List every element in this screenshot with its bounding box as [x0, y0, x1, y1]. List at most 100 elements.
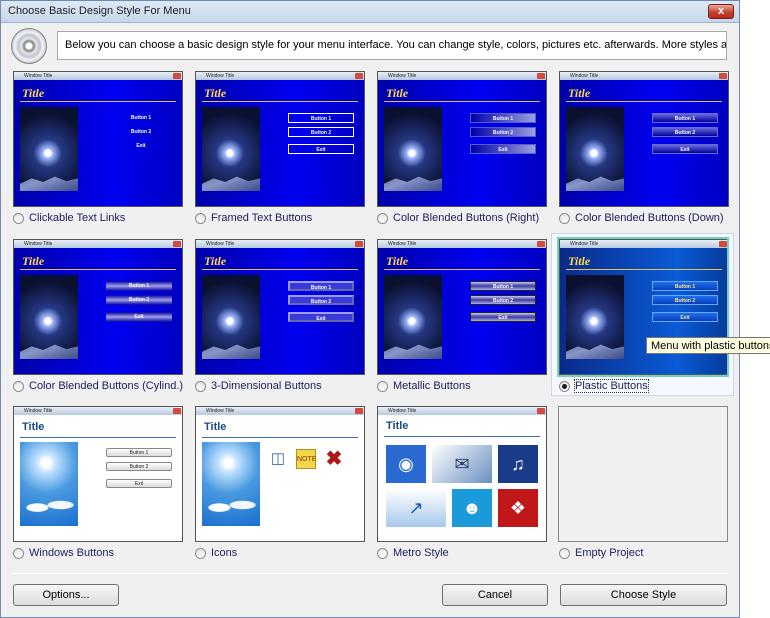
lifebuoy-icon: ❖: [498, 489, 538, 527]
title-rule: [384, 269, 540, 270]
music-note-icon: ♫: [498, 445, 538, 483]
mini-close-icon: [173, 408, 181, 414]
style-label[interactable]: Windows Buttons: [29, 547, 114, 559]
delete-icon: ✖: [325, 448, 343, 470]
night-sky-image: [566, 107, 624, 191]
night-sky-image: [20, 275, 78, 359]
preview-button-exit: Exit: [652, 144, 718, 154]
preview-title: Title: [386, 420, 409, 432]
radio-button[interactable]: [195, 548, 206, 559]
title-rule: [20, 269, 176, 270]
mini-title-bar: Window Title: [196, 407, 364, 415]
style-label[interactable]: Icons: [211, 547, 237, 559]
thumbnail: Window Title Title Button 1 Button 2 Exi…: [377, 239, 547, 375]
mini-title-bar: Window Title: [14, 407, 182, 415]
style-label[interactable]: Color Blended Buttons (Cylind.): [29, 380, 183, 392]
style-label[interactable]: Metro Style: [393, 547, 449, 559]
mini-close-icon: [355, 241, 363, 247]
title-rule: [20, 437, 176, 438]
preview-button-2: Button 2: [288, 127, 354, 137]
cancel-button[interactable]: Cancel: [442, 584, 548, 606]
night-sky-image: [202, 107, 260, 191]
title-bar: Choose Basic Design Style For Menu x: [1, 1, 739, 23]
sky-image: [20, 442, 78, 526]
night-sky-image: [384, 275, 442, 359]
radio-button[interactable]: [559, 548, 570, 559]
style-label[interactable]: Color Blended Buttons (Right): [393, 212, 539, 224]
style-label[interactable]: Plastic Buttons: [574, 379, 649, 393]
radio-button[interactable]: [559, 213, 570, 224]
preview-button-1: Button 1: [652, 113, 718, 123]
mini-close-icon: [537, 73, 545, 79]
thumbnail: Window Title Title Button 1 Button 2 Exi…: [195, 71, 365, 207]
radio-button[interactable]: [13, 213, 24, 224]
title-rule: [202, 269, 358, 270]
cd-icon: [11, 28, 47, 64]
night-sky-image: [20, 107, 78, 191]
preview-button-exit: Exit: [106, 479, 172, 488]
mini-close-icon: [173, 241, 181, 247]
computer-icon: ◫: [270, 450, 286, 467]
preview-metro-style[interactable]: Window Title Title ◉ ✉ ♫ ↗ ☻ ❖: [377, 406, 547, 542]
preview-clickable-text-links[interactable]: Window Title Title Button 1 Button 2 Exi…: [13, 71, 183, 207]
radio-button[interactable]: [559, 381, 570, 392]
preview-title: Title: [568, 86, 591, 100]
preview-color-blended-down[interactable]: Window Title Title Button 1 Button 2 Exi…: [559, 71, 729, 207]
style-label[interactable]: Framed Text Buttons: [211, 212, 312, 224]
radio-button[interactable]: [377, 213, 388, 224]
radio-button[interactable]: [195, 381, 206, 392]
email-person-icon: ✉: [432, 445, 492, 483]
preview-button-exit: Exit: [470, 144, 536, 154]
description-box: Below you can choose a basic design styl…: [57, 31, 727, 60]
preview-button-exit: Exit: [136, 143, 146, 149]
style-label[interactable]: Color Blended Buttons (Down): [575, 212, 724, 224]
preview-button-1: Button 1: [106, 448, 172, 457]
preview-button-2: Button 2: [130, 129, 152, 135]
style-label[interactable]: Metallic Buttons: [393, 380, 471, 392]
preview-color-blended-cylind[interactable]: Window Title Title Button 1 Button 2 Exi…: [13, 239, 183, 375]
radio-button[interactable]: [377, 381, 388, 392]
title-rule: [202, 101, 358, 102]
options-button[interactable]: Options...: [13, 584, 119, 606]
users-icon: ☻: [452, 489, 492, 527]
thumbnail: Window Title Title ◫ NOTE ✖: [195, 406, 365, 542]
style-label[interactable]: 3-Dimensional Buttons: [211, 380, 322, 392]
preview-icons[interactable]: Window Title Title ◫ NOTE ✖: [195, 406, 365, 542]
preview-3d-buttons[interactable]: Window Title Title Button 1 Button 2 Exi…: [195, 239, 365, 375]
night-sky-image: [384, 107, 442, 191]
mini-title-bar: Window Title: [14, 72, 182, 80]
style-label[interactable]: Empty Project: [575, 547, 643, 559]
preview-color-blended-right[interactable]: Window Title Title Button 1 Button 2 Exi…: [377, 71, 547, 207]
title-rule: [20, 101, 176, 102]
preview-button-exit: Exit: [288, 144, 354, 154]
close-button[interactable]: x: [708, 4, 734, 19]
preview-button-1: Button 1: [106, 281, 172, 291]
thumbnail: Window Title Title Button 1 Button 2 Exi…: [13, 239, 183, 375]
mini-title-bar: Window Title: [196, 72, 364, 80]
radio-button[interactable]: [13, 381, 24, 392]
choose-style-button[interactable]: Choose Style: [560, 584, 727, 606]
style-label[interactable]: Clickable Text Links: [29, 212, 125, 224]
title-rule: [384, 101, 540, 102]
title-rule: [566, 101, 722, 102]
mini-close-icon: [537, 408, 545, 414]
preview-button-exit: Exit: [106, 312, 172, 322]
preview-title: Title: [204, 421, 227, 433]
night-sky-image: [202, 275, 260, 359]
preview-windows-buttons[interactable]: Window Title Title Button 1 Button 2 Exi…: [13, 406, 183, 542]
thumbnail: Window Title Title Button 1 Button 2 Exi…: [377, 71, 547, 207]
radio-button[interactable]: [13, 548, 24, 559]
preview-button-2: Button 2: [470, 127, 536, 137]
preview-title: Title: [386, 86, 409, 100]
preview-empty-project[interactable]: [558, 406, 728, 542]
radio-button[interactable]: [195, 213, 206, 224]
mini-close-icon: [355, 408, 363, 414]
selection-frame: [557, 237, 729, 377]
preview-framed-text-buttons[interactable]: Window Title Title Button 1 Button 2 Exi…: [195, 71, 365, 207]
radio-button[interactable]: [377, 548, 388, 559]
preview-metallic-buttons[interactable]: Window Title Title Button 1 Button 2 Exi…: [377, 239, 547, 375]
preview-button-1: Button 1: [130, 115, 152, 121]
preview-title: Title: [386, 254, 409, 268]
mini-title-bar: Window Title: [560, 72, 728, 80]
footer-separator: [12, 573, 728, 574]
